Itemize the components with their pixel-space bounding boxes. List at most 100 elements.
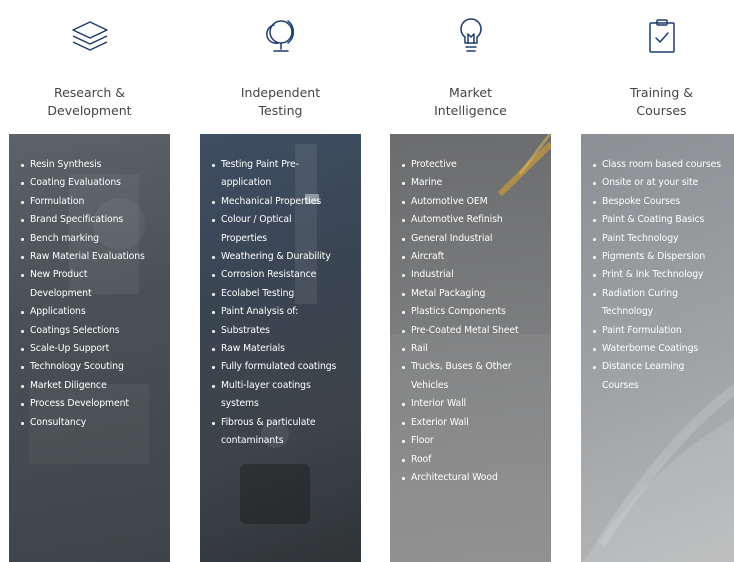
list-item-text: Multi-layer coatings (212, 377, 355, 395)
list-item-text: Coatings Selections (21, 322, 164, 340)
list-item: Waterborne Coatings (593, 340, 734, 358)
list-item-text: Industrial (402, 266, 545, 284)
list-item: Marine (402, 174, 545, 192)
heading-line: Research & (53, 85, 126, 100)
service-list: Class room based courses Onsite or at you… (593, 156, 734, 395)
list-item-text: Distance Learning (593, 358, 734, 376)
list-item-text: Formulation (21, 193, 164, 211)
list-item-text: Floor (402, 432, 545, 450)
list-item: Consultancy (21, 414, 164, 432)
list-item-text: Roof (402, 451, 545, 469)
list-item: Paint Formulation (593, 322, 734, 340)
list-item: Class room based courses (593, 156, 734, 174)
list-item: Testing Paint Pre-application (212, 156, 355, 193)
list-item-text: Substrates (212, 322, 355, 340)
list-item-text: systems (221, 398, 259, 410)
list-item-text: Waterborne Coatings (593, 340, 734, 358)
list-item: Technology Scouting (21, 358, 164, 376)
heading-line: Training & (629, 85, 694, 100)
service-panel: Testing Paint Pre-application Mechanical … (200, 134, 361, 562)
list-item: Print & Ink Technology (593, 266, 734, 284)
heading-line: Courses (636, 103, 687, 118)
list-item-text: Trucks, Buses & Other (402, 358, 545, 376)
list-item-text: Technology (602, 306, 654, 318)
list-item: Industrial (402, 266, 545, 284)
list-item: Multi-layer coatings systems (212, 377, 355, 414)
list-item: Coatings Selections (21, 322, 164, 340)
list-item: Scale-Up Support (21, 340, 164, 358)
heading-line: Intelligence (434, 103, 507, 118)
list-item-text: Vehicles (411, 379, 449, 391)
list-item-text: Testing Paint Pre- (212, 156, 355, 174)
list-item-text: Properties (221, 232, 267, 244)
column-heading: Research & Development (9, 84, 170, 120)
service-panel: Protective Marine Automotive OEM Automotive… (390, 134, 551, 562)
list-item: Bespoke Courses (593, 193, 734, 211)
list-item: Pre-Coated Metal Sheet (402, 322, 545, 340)
list-item: Market Diligence (21, 377, 164, 395)
list-item-text: Paint Technology (593, 230, 734, 248)
list-item: Automotive OEM (402, 193, 545, 211)
list-item: Fully formulated coatings (212, 358, 355, 376)
list-item-text: Class room based courses (593, 156, 734, 174)
list-item-text: Market Diligence (21, 377, 164, 395)
list-item: Paint & Coating Basics (593, 211, 734, 229)
list-item: Interior Wall (402, 395, 545, 413)
list-item: Roof (402, 451, 545, 469)
list-item: Pigments & Dispersion (593, 248, 734, 266)
list-item: Metal Packaging (402, 285, 545, 303)
list-item-text: Ecolabel Testing (212, 285, 355, 303)
list-item: Protective (402, 156, 545, 174)
list-item: Resin Synthesis (21, 156, 164, 174)
list-item-text: Protective (402, 156, 545, 174)
list-item: Rail (402, 340, 545, 358)
list-item: Corrosion Resistance (212, 266, 355, 284)
list-item-text: Resin Synthesis (21, 156, 164, 174)
list-item-text: Rail (402, 340, 545, 358)
list-item: Bench marking (21, 230, 164, 248)
heading-line: Independent (240, 85, 321, 100)
heading-line: Development (47, 103, 132, 118)
list-item-text: New Product (21, 266, 164, 284)
list-item: Fibrous & particulate contaminants (212, 414, 355, 451)
list-item: Automotive Refinish (402, 211, 545, 229)
list-item-text: Bench marking (21, 230, 164, 248)
list-item: Ecolabel Testing (212, 285, 355, 303)
list-item-text: Courses (602, 379, 639, 391)
list-item: Exterior Wall (402, 414, 545, 432)
list-item-text: Aircraft (402, 248, 545, 266)
service-list: Protective Marine Automotive OEM Automotive… (402, 156, 545, 487)
list-item-text: Scale-Up Support (21, 340, 164, 358)
list-item-text: Raw Materials (212, 340, 355, 358)
list-item-text: Plastics Components (402, 303, 545, 321)
list-item-text: Corrosion Resistance (212, 266, 355, 284)
list-item: Architectural Wood (402, 469, 545, 487)
list-item: General Industrial (402, 230, 545, 248)
lightbulb-icon (390, 12, 551, 60)
clipboard-check-icon (581, 12, 734, 60)
list-item: Process Development (21, 395, 164, 413)
list-item-text: Exterior Wall (402, 414, 545, 432)
list-item: Aircraft (402, 248, 545, 266)
list-item: Trucks, Buses & Other Vehicles (402, 358, 545, 395)
service-list: Testing Paint Pre-application Mechanical … (212, 156, 355, 451)
list-item-text: Fibrous & particulate (212, 414, 355, 432)
list-item-text: Automotive OEM (402, 193, 545, 211)
list-item-text: Onsite or at your site (593, 174, 734, 192)
list-item-text: Process Development (21, 395, 164, 413)
list-item-text: Raw Material Evaluations (21, 248, 164, 266)
service-panel: Resin Synthesis Coating Evaluations Formul… (9, 134, 170, 562)
globe-icon (200, 12, 361, 60)
list-item-text: Print & Ink Technology (593, 266, 734, 284)
column-heading: Independent Testing (200, 84, 361, 120)
list-item: Formulation (21, 193, 164, 211)
list-item-text: application (221, 177, 272, 189)
list-item: Paint Technology (593, 230, 734, 248)
list-item-text: Architectural Wood (402, 469, 545, 487)
list-item-text: Applications (21, 303, 164, 321)
list-item: Substrates (212, 322, 355, 340)
list-item-text: Automotive Refinish (402, 211, 545, 229)
list-item-text: Bespoke Courses (593, 193, 734, 211)
layers-icon (9, 12, 170, 60)
service-panel: Class room based courses Onsite or at you… (581, 134, 734, 562)
